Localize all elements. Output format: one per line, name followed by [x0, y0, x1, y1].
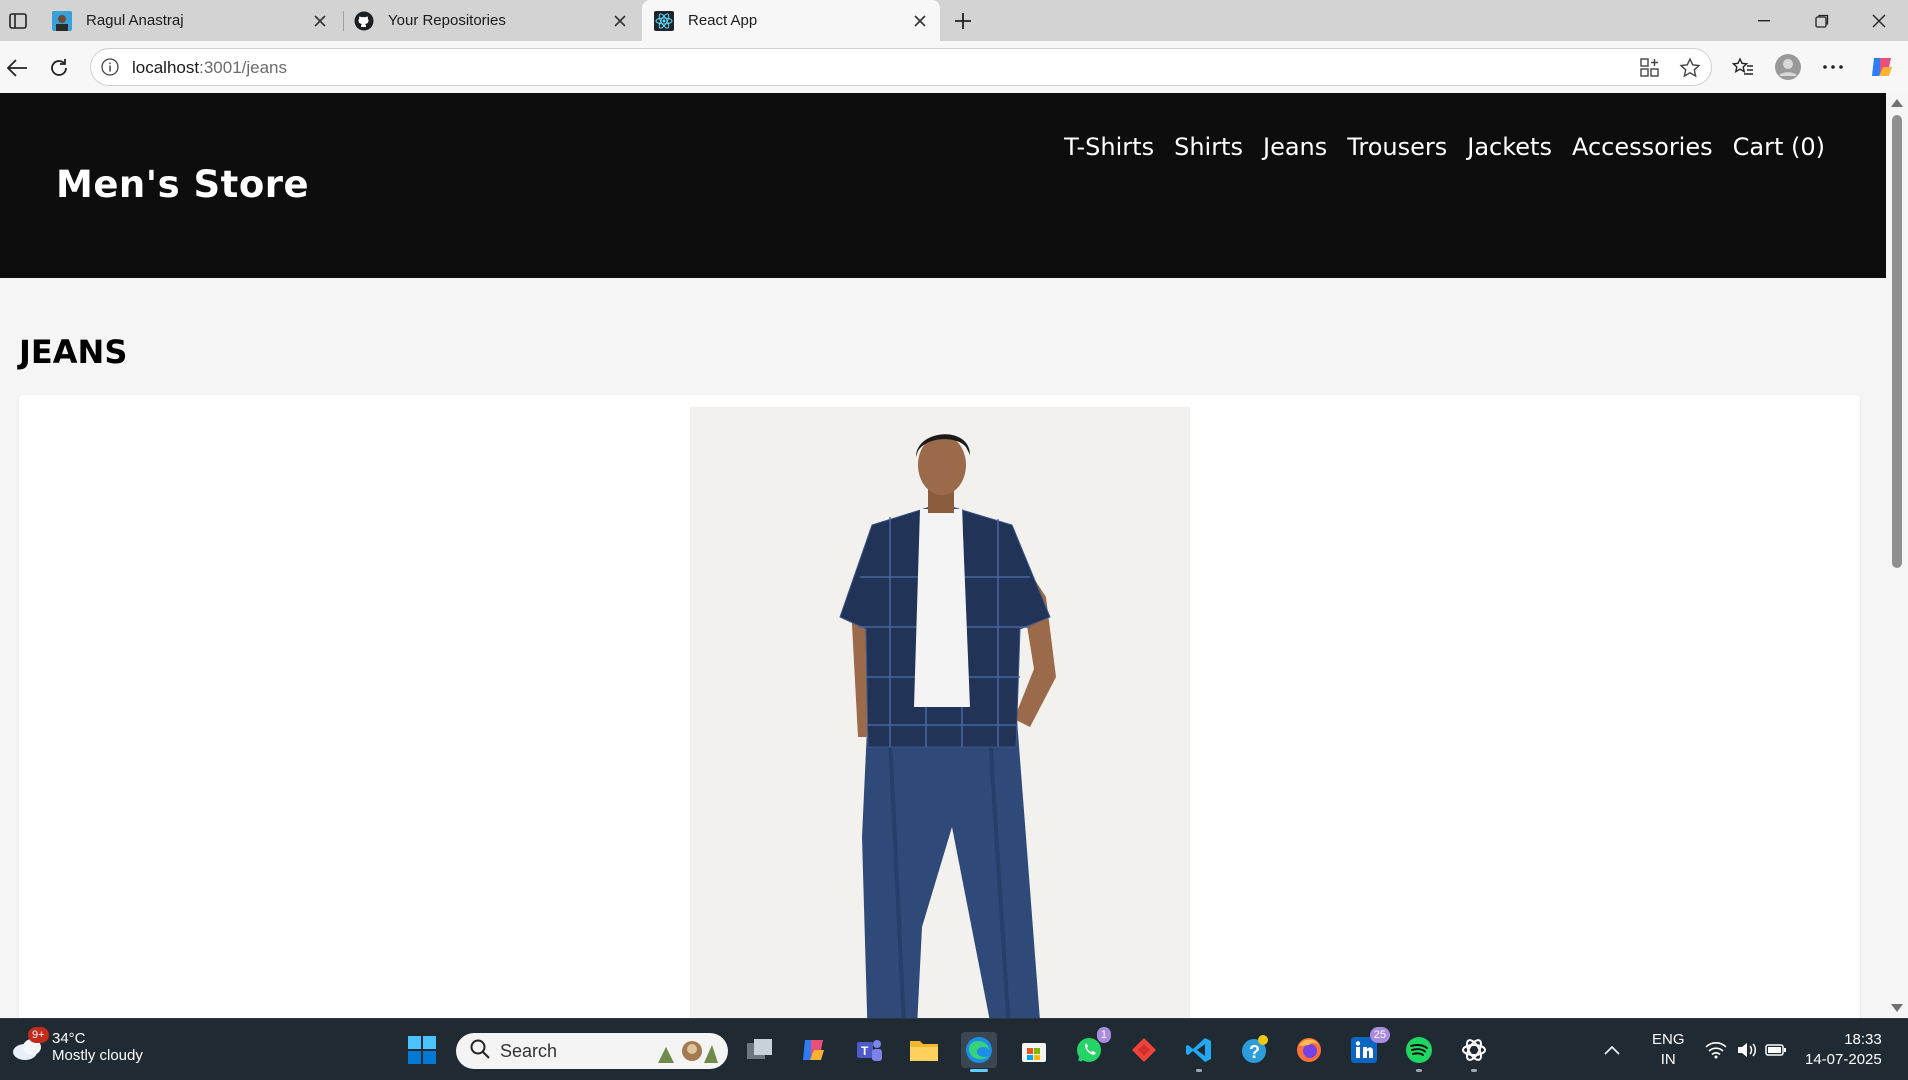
app-available-icon[interactable]	[1638, 57, 1662, 79]
new-tab-icon[interactable]	[947, 6, 979, 36]
nav-tshirts[interactable]: T-Shirts	[1064, 133, 1154, 161]
volume-icon[interactable]	[1736, 1019, 1758, 1080]
close-icon[interactable]	[606, 7, 634, 35]
linkedin-badge: 25	[1369, 1027, 1390, 1043]
weather-condition: Mostly cloudy	[52, 1047, 143, 1064]
taskbar-search[interactable]: Search	[456, 1033, 728, 1069]
favorite-star-icon[interactable]	[1678, 57, 1702, 79]
profile-avatar-icon[interactable]	[1771, 50, 1805, 84]
task-view-icon[interactable]	[742, 1032, 778, 1068]
clock[interactable]: 18:33 14-07-2025	[1805, 1019, 1882, 1080]
close-window-icon[interactable]	[1850, 0, 1908, 41]
profile-favicon-icon	[52, 10, 72, 31]
browser-tab-strip: Ragul Anastraj Your Repositories React A…	[0, 0, 1908, 41]
help-icon[interactable]: ?	[1236, 1032, 1272, 1068]
site-nav: T-Shirts Shirts Jeans Trousers Jackets A…	[1064, 133, 1825, 161]
favorites-icon[interactable]	[1726, 50, 1760, 84]
search-placeholder: Search	[500, 1040, 558, 1061]
back-arrow-icon[interactable]	[0, 51, 34, 85]
whatsapp-badge: 1	[1096, 1027, 1111, 1043]
running-indicator	[1416, 1069, 1422, 1072]
spotify-icon[interactable]	[1401, 1032, 1437, 1072]
github-icon	[354, 11, 374, 31]
web-page: Men's Store T-Shirts Shirts Jeans Trouse…	[0, 93, 1886, 1018]
tab-title: Your Repositories	[388, 12, 506, 29]
url-text[interactable]: localhost:3001/jeans	[132, 58, 287, 78]
windows-taskbar: 9+ 34°C Mostly cloudy Search T 1 ? 25 EN…	[0, 1018, 1908, 1080]
running-indicator	[1196, 1069, 1202, 1072]
restore-icon[interactable]	[1793, 0, 1851, 41]
close-icon[interactable]	[306, 7, 334, 35]
page-title: JEANS	[19, 333, 128, 371]
clock-time: 18:33	[1844, 1030, 1882, 1048]
more-options-icon[interactable]	[1816, 50, 1850, 84]
weather-badge: 9+	[28, 1027, 49, 1043]
vscode-icon[interactable]	[1181, 1032, 1217, 1072]
site-header: Men's Store T-Shirts Shirts Jeans Trouse…	[0, 93, 1886, 278]
nav-trousers[interactable]: Trousers	[1347, 133, 1447, 161]
tab-title: React App	[688, 12, 758, 29]
language-indicator[interactable]: ENG IN	[1652, 1019, 1685, 1080]
tab-your-repositories[interactable]: Your Repositories	[342, 0, 640, 41]
whatsapp-icon[interactable]: 1	[1071, 1027, 1111, 1068]
tab-react-app[interactable]: React App	[642, 0, 940, 41]
battery-icon[interactable]	[1765, 1019, 1787, 1080]
sidebar-toggle-icon[interactable]	[4, 7, 32, 35]
weather-widget[interactable]: 9+ 34°C Mostly cloudy	[10, 1027, 143, 1065]
minimize-icon[interactable]	[1735, 0, 1793, 41]
anydesk-icon[interactable]	[1126, 1032, 1162, 1068]
cloud-icon: 9+	[10, 1027, 49, 1065]
scrollbar-thumb[interactable]	[1892, 115, 1902, 568]
browser-toolbar: localhost:3001/jeans	[0, 41, 1908, 93]
running-indicator	[1471, 1069, 1477, 1072]
tab-title: Ragul Anastraj	[86, 12, 184, 29]
file-explorer-icon[interactable]	[906, 1032, 942, 1068]
site-logo[interactable]: Men's Store	[56, 163, 309, 206]
copilot-icon[interactable]	[1865, 50, 1899, 84]
nav-jeans[interactable]: Jeans	[1263, 133, 1327, 161]
nav-shirts[interactable]: Shirts	[1174, 133, 1243, 161]
svg-text:?: ?	[1249, 1042, 1260, 1062]
firefox-icon[interactable]	[1291, 1032, 1327, 1068]
nav-cart[interactable]: Cart (0)	[1733, 133, 1825, 161]
close-icon[interactable]	[906, 7, 934, 35]
active-indicator	[970, 1069, 988, 1072]
linkedin-icon[interactable]: 25	[1346, 1027, 1390, 1068]
scroll-down-arrow-icon[interactable]	[1891, 1004, 1903, 1012]
copilot-app-icon[interactable]	[796, 1032, 832, 1068]
language-code: ENG	[1652, 1030, 1685, 1048]
react-icon	[654, 10, 674, 31]
region-code: IN	[1660, 1050, 1676, 1068]
site-info-icon[interactable]	[101, 58, 119, 76]
nav-accessories[interactable]: Accessories	[1572, 133, 1713, 161]
edge-browser-icon[interactable]	[961, 1032, 997, 1072]
teams-icon[interactable]: T	[851, 1032, 887, 1068]
refresh-icon[interactable]	[42, 51, 76, 85]
chatgpt-icon[interactable]	[1456, 1032, 1492, 1072]
address-bar[interactable]: localhost:3001/jeans	[90, 48, 1712, 86]
show-hidden-icons-chevron-icon[interactable]	[1604, 1019, 1620, 1080]
windows-start-icon[interactable]	[404, 1032, 440, 1068]
product-image[interactable]	[690, 407, 1190, 1018]
nav-jackets[interactable]: Jackets	[1467, 133, 1552, 161]
temperature: 34°C	[52, 1030, 86, 1047]
page-scrollbar[interactable]	[1886, 93, 1908, 1018]
scroll-up-arrow-icon[interactable]	[1891, 99, 1903, 107]
clock-date: 14-07-2025	[1805, 1050, 1882, 1068]
tab-ragul-anastraj[interactable]: Ragul Anastraj	[40, 0, 340, 41]
wifi-icon[interactable]	[1705, 1019, 1727, 1080]
search-highlight-icon	[656, 1037, 720, 1069]
search-icon	[470, 1039, 490, 1063]
svg-text:T: T	[861, 1044, 869, 1058]
microsoft-store-icon[interactable]	[1016, 1032, 1052, 1068]
